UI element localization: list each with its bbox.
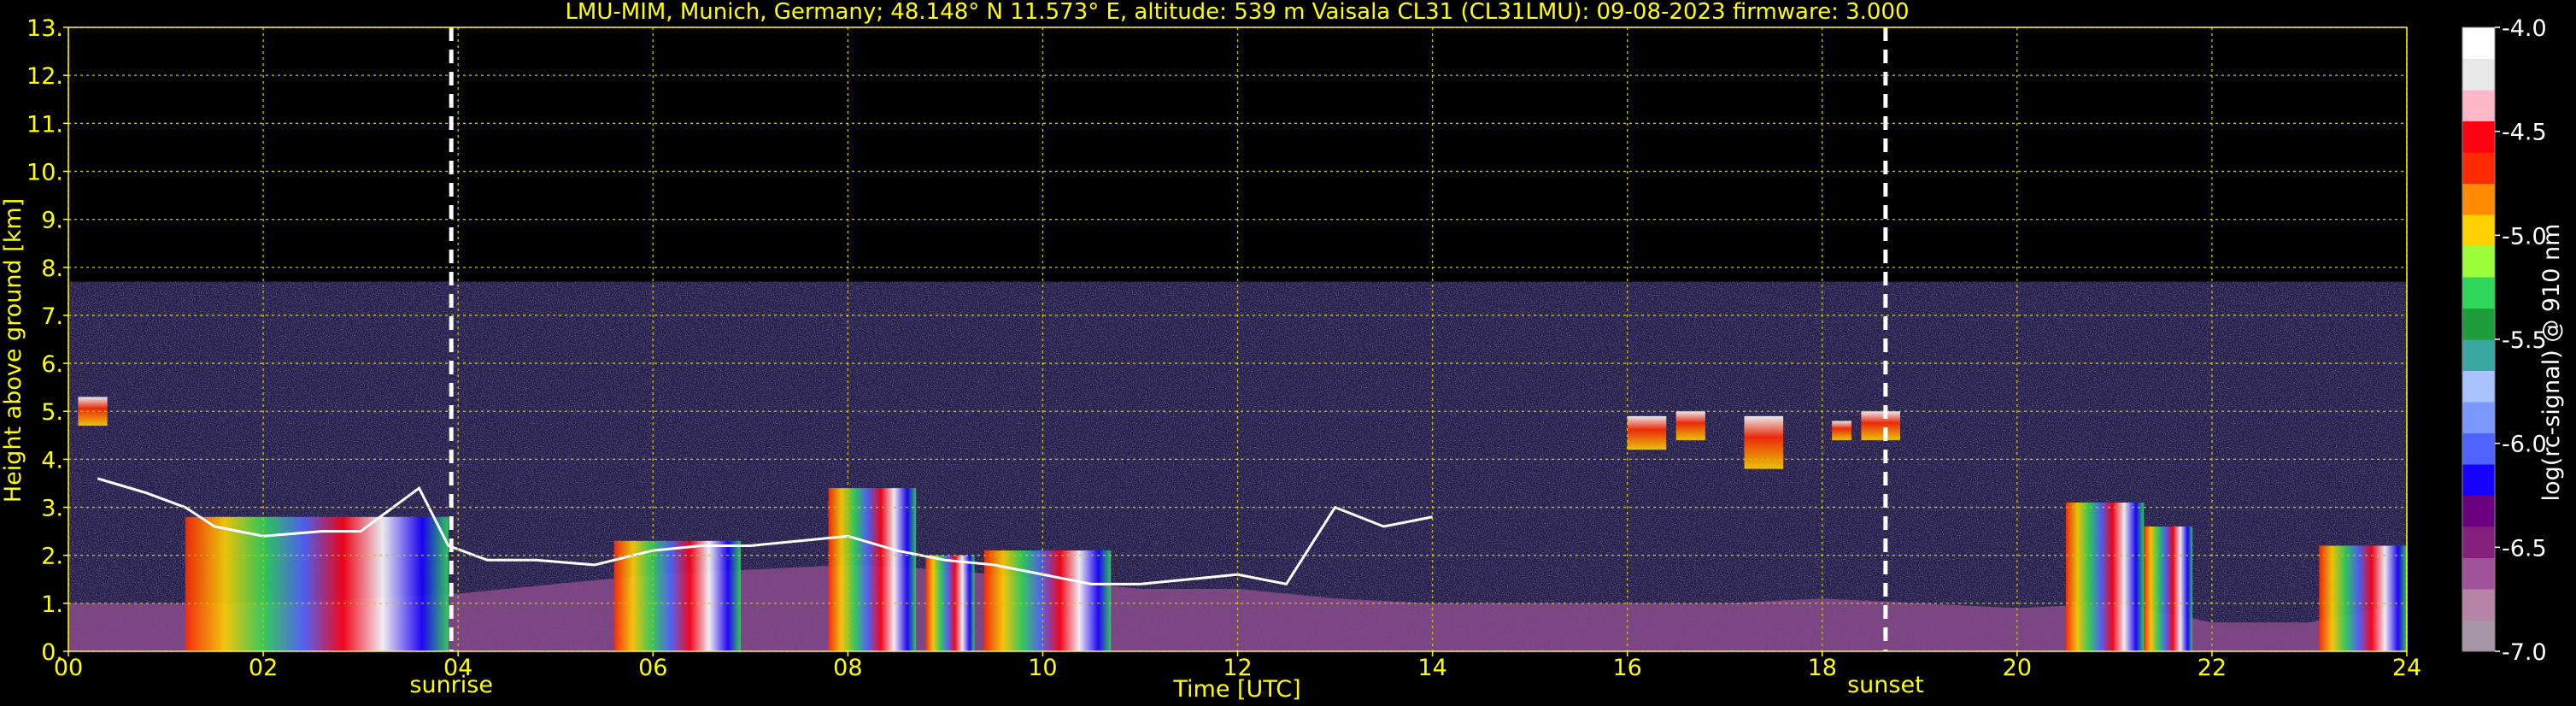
colorbar-segment <box>2462 152 2495 184</box>
intense-segment <box>2065 502 2145 651</box>
colorbar-segment <box>2462 27 2495 59</box>
y-tick-label: 13. <box>26 15 63 42</box>
colorbar-tick-label: -4.0 <box>2502 15 2547 42</box>
colorbar-segment <box>2462 277 2495 309</box>
x-tick-label: 14 <box>1417 655 1446 681</box>
intense-segment <box>613 540 741 651</box>
elevated-layer <box>1832 421 1851 440</box>
colorbar-segment <box>2462 432 2495 465</box>
x-tick-label: 18 <box>1808 655 1837 681</box>
intense-segment <box>185 516 449 651</box>
x-tick-label: 06 <box>638 655 667 681</box>
colorbar-tick-label: -6.5 <box>2502 535 2547 562</box>
intense-segment <box>828 488 917 651</box>
x-tick-label: 24 <box>2392 655 2421 681</box>
x-tick-label: 02 <box>249 655 278 681</box>
y-tick-label: 1. <box>41 591 63 618</box>
y-tick-label: 9. <box>41 208 63 234</box>
colorbar-segment <box>2462 557 2495 590</box>
colorbar-segment <box>2462 215 2495 246</box>
colorbar-segment <box>2462 402 2495 433</box>
y-tick-label: 7. <box>41 303 63 330</box>
y-tick-label: 11. <box>26 111 63 138</box>
y-tick-label: 10. <box>26 159 63 185</box>
chart-title: LMU-MIM, Munich, Germany; 48.148° N 11.5… <box>565 0 1909 25</box>
colorbar-tick-label: -4.5 <box>2502 120 2547 146</box>
intense-segment <box>2144 527 2193 651</box>
x-tick-label: 20 <box>2003 655 2032 681</box>
colorbar-segment <box>2462 90 2495 121</box>
y-axis-label: Height above ground [km] <box>0 198 26 503</box>
x-tick-label: 10 <box>1028 655 1057 681</box>
colorbar-segment <box>2462 121 2495 153</box>
colorbar-label: log(rc-signal) @ 910 nm <box>2538 224 2565 502</box>
x-tick-label: 22 <box>2198 655 2227 681</box>
y-tick-label: 12. <box>26 63 63 90</box>
ceilometer-chart: sunrise sunset00 02 04 06 08 10 12 14 16 18 20 22 240… <box>0 0 2565 703</box>
x-axis-label: Time [UTC] <box>1172 676 1300 703</box>
colorbar-segment <box>2462 308 2495 340</box>
colorbar-segment <box>2462 245 2495 278</box>
colorbar-segment <box>2462 495 2495 527</box>
elevated-layer <box>1744 415 1784 469</box>
x-tick-label: 16 <box>1612 655 1641 681</box>
colorbar-segment <box>2462 58 2495 91</box>
colorbar-segment <box>2462 589 2495 621</box>
elevated-layer <box>1627 415 1667 450</box>
colorbar-segment <box>2462 464 2495 496</box>
y-tick-label: 2. <box>41 544 63 570</box>
colorbar: -4.0-4.5-5.0-5.5-6.0-6.5-7.0 <box>2462 15 2547 666</box>
intense-segment <box>2319 545 2407 651</box>
colorbar-segment <box>2462 620 2495 652</box>
x-tick-label: 04 <box>443 655 472 681</box>
x-tick-label: 08 <box>833 655 862 681</box>
colorbar-segment <box>2462 339 2495 371</box>
elevated-layer <box>1861 411 1900 440</box>
y-tick-label: 5. <box>41 399 63 426</box>
colorbar-tick-label: -7.0 <box>2502 639 2547 666</box>
y-tick-label: 4. <box>41 447 63 474</box>
y-tick-label: 0. <box>41 639 63 666</box>
sunset-label: sunset <box>1847 672 1924 698</box>
y-tick-label: 3. <box>41 496 63 522</box>
elevated-layer <box>1675 411 1705 440</box>
colorbar-segment <box>2462 370 2495 403</box>
y-tick-label: 6. <box>41 351 63 378</box>
y-tick-label: 8. <box>41 256 63 282</box>
colorbar-segment <box>2462 183 2495 215</box>
colorbar-segment <box>2462 527 2495 558</box>
